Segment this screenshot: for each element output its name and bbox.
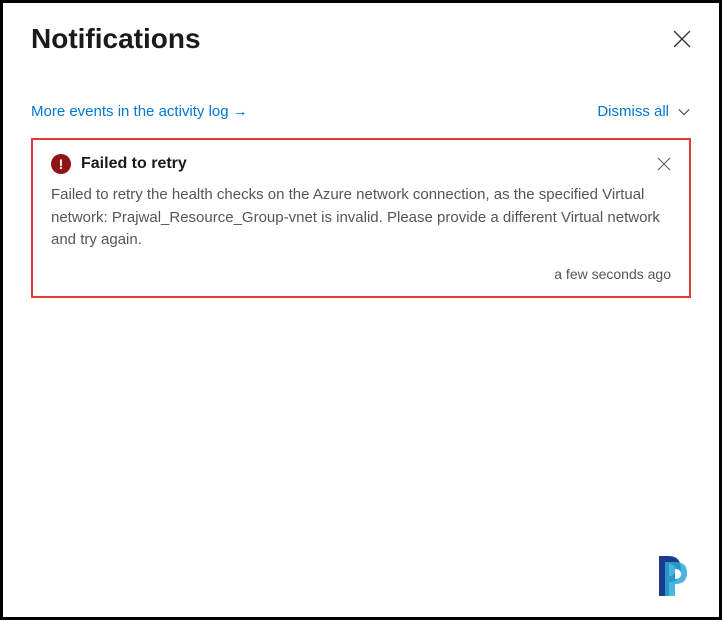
watermark-logo <box>653 548 709 609</box>
panel-title: Notifications <box>31 23 201 55</box>
notification-header: ! Failed to retry <box>51 154 671 174</box>
notification-title: Failed to retry <box>81 155 647 173</box>
close-icon[interactable] <box>657 157 671 171</box>
chevron-down-icon[interactable] <box>677 105 691 119</box>
notifications-panel: Notifications More events in the activit… <box>3 3 719 318</box>
dismiss-all-link[interactable]: Dismiss all <box>597 103 669 120</box>
notification-card: ! Failed to retry Failed to retry the he… <box>31 138 691 298</box>
arrow-right-icon: → <box>233 103 248 120</box>
activity-log-link[interactable]: More events in the activity log → <box>31 103 248 120</box>
notification-timestamp: a few seconds ago <box>51 266 671 282</box>
dismiss-all-group: Dismiss all <box>597 103 691 120</box>
panel-header: Notifications <box>31 23 691 55</box>
notification-message: Failed to retry the health checks on the… <box>51 184 671 252</box>
actions-row: More events in the activity log → Dismis… <box>31 103 691 120</box>
error-icon: ! <box>51 154 71 174</box>
activity-log-link-text: More events in the activity log <box>31 103 229 120</box>
close-icon[interactable] <box>673 30 691 48</box>
